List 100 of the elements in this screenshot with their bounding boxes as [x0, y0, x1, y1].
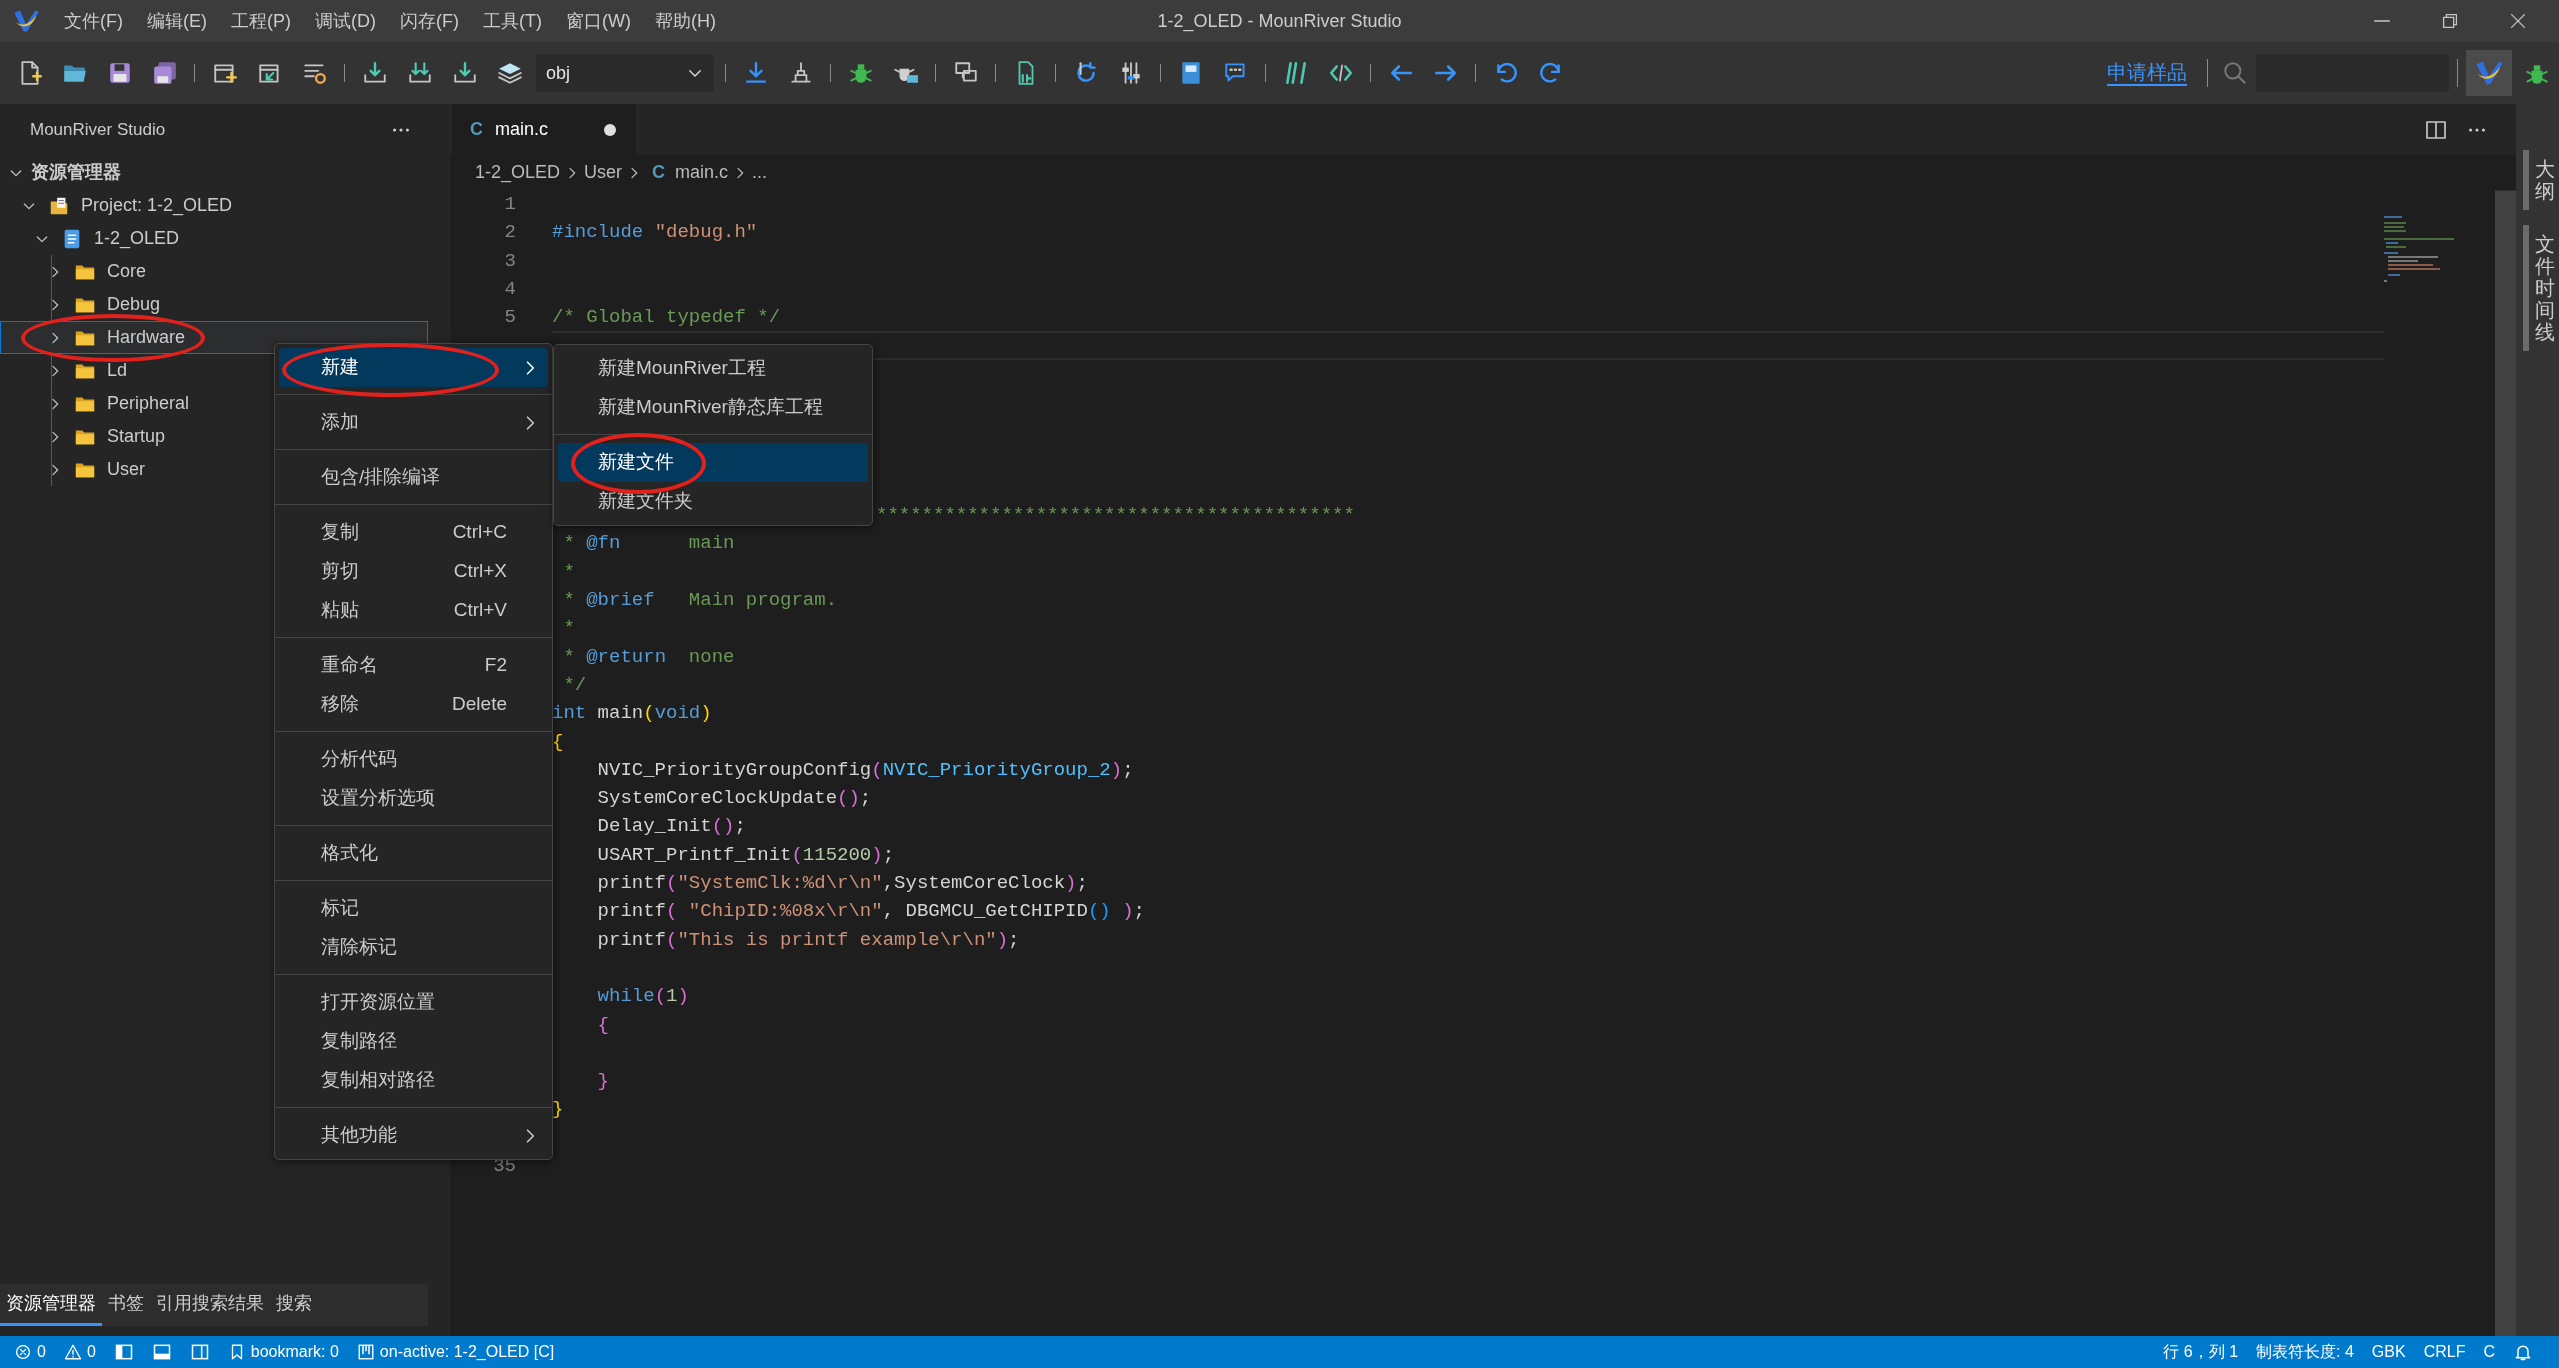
code-line: Delay_Init(); [596, 814, 746, 840]
line-number: 3 [504, 249, 516, 272]
tray-download-icon[interactable] [361, 60, 388, 86]
tree-item[interactable]: Project: 1-2_OLED [0, 189, 428, 222]
status-item[interactable]: bookmark: 0 [227, 1340, 339, 1364]
menu-item[interactable]: 新建MounRiver静态库工程 [558, 388, 868, 427]
menu-item[interactable]: 新建文件夹 [558, 482, 868, 521]
split-view-icon[interactable] [189, 1342, 210, 1362]
menu-item[interactable]: 分析代码 [279, 740, 548, 779]
panel-tab[interactable]: 引用搜索结果 [150, 1284, 270, 1326]
panel-tab[interactable]: 搜索 [270, 1284, 318, 1326]
panel-tab[interactable]: 书签 [102, 1284, 150, 1326]
code-line: * [562, 559, 575, 585]
menu-item[interactable]: 复制相对路径 [279, 1061, 548, 1100]
menu-item[interactable]: 添加 [279, 403, 548, 442]
menu-item[interactable]: 剪切 Ctrl+X [279, 552, 548, 591]
menu-bar-item[interactable]: 闪存(F) [388, 7, 471, 35]
menu-item[interactable]: 新建 [279, 348, 548, 387]
window-title: 1-2_OLED - MounRiver Studio [1157, 9, 1402, 34]
layers-icon[interactable] [496, 60, 523, 86]
menu-bar-item[interactable]: 工具(T) [470, 7, 554, 35]
menu-bar-item[interactable]: 窗口(W) [553, 7, 643, 35]
tree-item[interactable]: Debug [0, 288, 428, 321]
line-number: 2 [504, 221, 516, 244]
menu-item[interactable]: 新建文件 [558, 443, 868, 482]
menu-item[interactable]: 新建MounRiver工程 [558, 349, 868, 388]
code-line: { [596, 1012, 609, 1038]
breadcrumb-item[interactable]: ... [752, 159, 768, 186]
status-item[interactable]: 行 6，列 1 [2163, 1340, 2239, 1364]
code-line: printf("SystemClk:%d\r\n",SystemCoreClock); [596, 871, 1088, 897]
menu-item[interactable]: 包含/排除编译 [279, 458, 548, 497]
breadcrumb-item[interactable]: 1-2_OLED [475, 159, 561, 186]
panel-title: MounRiver Studio [30, 119, 166, 142]
menu-item[interactable]: 移除 Delete [279, 685, 548, 724]
status-item[interactable]: 0 [63, 1340, 96, 1364]
double-download-icon[interactable] [406, 60, 433, 86]
tree-item[interactable]: Core [0, 255, 428, 288]
menu-bar-item[interactable]: 调试(D) [303, 7, 388, 35]
code-line: /* Global typedef */ [552, 305, 781, 331]
menu-item[interactable]: 复制 Ctrl+C [279, 513, 548, 552]
project-board-icon [356, 1343, 375, 1361]
panel-tab[interactable]: 资源管理器 [0, 1284, 102, 1326]
scrollbar-thumb[interactable] [2495, 191, 2516, 1336]
side-panel-tab[interactable]: 文件时间线 [2516, 225, 2559, 351]
status-item[interactable]: on-active: 1-2_OLED [C] [356, 1340, 555, 1364]
menu-bar-item[interactable]: 工程(P) [219, 7, 303, 35]
vendor-logo-button[interactable] [2466, 50, 2512, 96]
menu-item[interactable]: 粘贴 Ctrl+V [279, 591, 548, 630]
code-line: USART_Printf_Init(115200); [596, 842, 895, 868]
line-number: 5 [504, 306, 516, 329]
breadcrumb-item[interactable]: C main.c [646, 159, 729, 186]
menu-item[interactable]: 其他功能 [279, 1116, 548, 1155]
code-line: #include "debug.h" [552, 220, 758, 246]
menu-item[interactable]: 复制路径 [279, 1022, 548, 1061]
code-line: } [552, 1097, 564, 1123]
status-item[interactable]: C [2483, 1340, 2495, 1364]
sidebar-toggle-icon[interactable] [113, 1342, 134, 1362]
code-line: ****************************************** [876, 503, 1355, 529]
editor-tab[interactable]: C main.c [452, 104, 636, 155]
menu-item[interactable]: 格式化 [279, 834, 548, 873]
status-item[interactable]: CRLF [2423, 1340, 2466, 1364]
side-panel-tab[interactable]: 大纲 [2516, 150, 2559, 210]
menu-item[interactable]: 标记 [279, 889, 548, 928]
code-line: printf( "ChipID:%08x\r\n", DBGMCU_GetCHIPID() ); [596, 899, 1145, 925]
status-item[interactable]: 制表符长度: 4 [2256, 1340, 2354, 1364]
search-icon[interactable] [2222, 60, 2248, 86]
code-line: * @return none [562, 644, 735, 670]
warning-icon [63, 1343, 82, 1361]
minimap-drawing [2384, 216, 2454, 282]
menu-item[interactable]: 设置分析选项 [279, 779, 548, 818]
menu-item[interactable]: 重命名 F2 [279, 646, 548, 685]
status-item[interactable]: GBK [2371, 1340, 2406, 1364]
error-icon [14, 1343, 32, 1361]
code-line: NVIC_PriorityGroupConfig(NVIC_PriorityGroup_2); [596, 757, 1134, 783]
panel-toggle-icon[interactable] [151, 1342, 172, 1362]
line-number: 1 [504, 192, 516, 215]
menu-bar-item[interactable]: 帮助(H) [642, 7, 728, 35]
code-line: * @fn main [562, 531, 735, 557]
menu-item[interactable]: 清除标记 [279, 928, 548, 967]
tray-download-icon[interactable] [451, 60, 478, 86]
tree-item[interactable]: 资源管理器 [0, 156, 428, 189]
code-line: * @brief Main program. [562, 588, 838, 614]
code-line: */ [562, 672, 587, 698]
code-line: SystemCoreClockUpdate(); [596, 786, 872, 812]
menu-bar-item[interactable]: 文件(F) [52, 7, 135, 35]
breadcrumb-item[interactable]: User [584, 159, 623, 186]
sample-request-link[interactable]: 申请样品 [2107, 60, 2187, 86]
code-line: { [552, 729, 564, 755]
tree-item[interactable]: 1-2_OLED [0, 222, 428, 255]
code-line: * [562, 616, 575, 642]
menu-item[interactable]: 打开资源位置 [279, 983, 548, 1022]
status-item[interactable]: 0 [14, 1340, 46, 1364]
floppy-stack-icon[interactable] [151, 60, 178, 86]
code-line: int main(void) [552, 701, 712, 727]
code-line: while(1) [596, 984, 689, 1010]
menu-bar-item[interactable]: 编辑(E) [135, 7, 219, 35]
line-number: 4 [504, 277, 516, 300]
code-line: printf("This is printf example\r\n"); [596, 927, 1020, 953]
config-dropdown[interactable]: obj [536, 54, 714, 92]
code-line: } [596, 1069, 609, 1095]
